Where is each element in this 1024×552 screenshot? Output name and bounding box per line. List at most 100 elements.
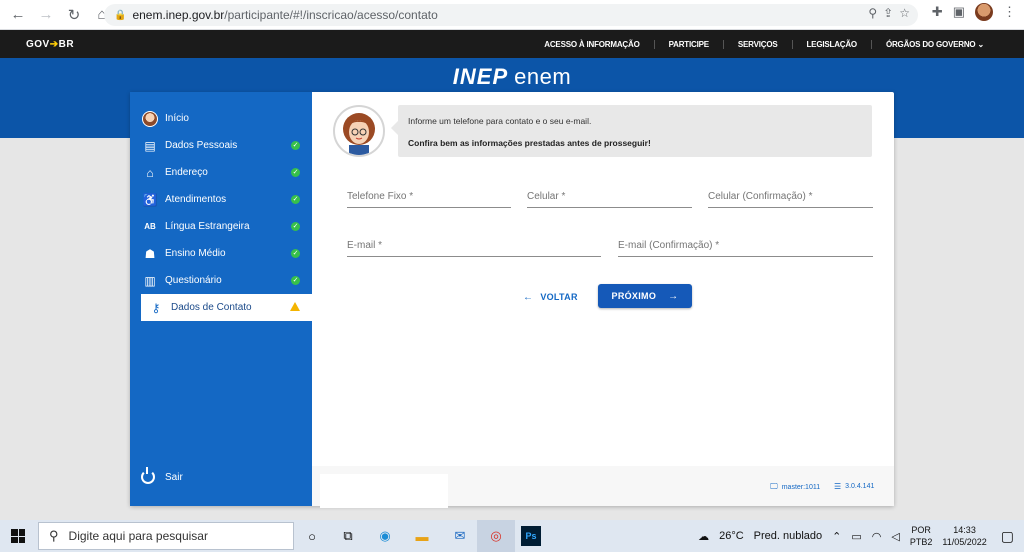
email-confirmacao-input[interactable]	[618, 235, 873, 256]
key-icon: ⚷	[151, 300, 161, 315]
chrome-icon[interactable]: ◎	[484, 524, 508, 548]
gov-bar: GOV➔BR ACESSO À INFORMAÇÃO PARTICIPE SER…	[0, 30, 1024, 58]
clock[interactable]: 14:33 11/05/2022	[942, 524, 986, 548]
edge-icon[interactable]: ◉	[373, 524, 397, 548]
extensions-icon[interactable]: ✚	[932, 4, 943, 20]
celular-confirmacao-field[interactable]: Celular (Confirmação) *	[708, 186, 873, 208]
sidepanel-icon[interactable]: ▣	[953, 4, 965, 20]
arrow-right-icon: →	[668, 290, 679, 302]
next-button[interactable]: PRÓXIMO →	[598, 284, 692, 308]
gov-link-legislacao[interactable]: LEGISLAÇÃO	[791, 39, 871, 49]
user-avatar-icon	[141, 110, 159, 127]
sidebar-item-ensino-medio[interactable]: ☗ Ensino Médio ✓	[130, 240, 312, 267]
sidebar-item-dados-pessoais[interactable]: ▤ Dados Pessoais ✓	[130, 132, 312, 159]
volume-icon[interactable]: ◁	[891, 530, 899, 543]
telefone-fixo-input[interactable]	[347, 186, 511, 207]
weather-icon: ☁	[698, 530, 710, 543]
taskbar-search[interactable]: ⚲ Digite aqui para pesquisar	[38, 522, 294, 550]
sidebar-item-questionario[interactable]: ▥ Questionário ✓	[130, 267, 312, 294]
photoshop-icon[interactable]: Ps	[521, 526, 541, 546]
registration-card: Início ▤ Dados Pessoais ✓ ⌂ Endereço ✓ ♿…	[130, 92, 894, 508]
check-icon: ✓	[291, 195, 300, 204]
email-confirmacao-field[interactable]: E-mail (Confirmação) *	[618, 235, 873, 257]
cortana-icon[interactable]: ○	[300, 524, 324, 548]
mail-icon[interactable]: ✉	[448, 524, 472, 548]
sidebar-item-endereco[interactable]: ⌂ Endereço ✓	[130, 159, 312, 186]
wifi-icon[interactable]: ◠	[872, 530, 882, 543]
chevron-up-icon[interactable]: ⌃	[832, 530, 841, 543]
gov-link-participe[interactable]: PARTICIPE	[653, 39, 723, 49]
reload-icon[interactable]: ↻	[62, 3, 86, 27]
instruction-message: Informe um telefone para contato e o seu…	[330, 102, 874, 159]
email-input[interactable]	[347, 235, 601, 256]
monitor-icon: 🖵	[770, 482, 778, 491]
chevron-down-icon: ⌄	[977, 39, 984, 49]
url-path: /participante/#!/inscricao/acesso/contat…	[224, 8, 438, 22]
lock-icon: 🔒	[114, 9, 127, 21]
redacted-area	[320, 474, 448, 508]
gov-link-servicos[interactable]: SERVIÇOS	[722, 39, 792, 49]
back-arrow-icon[interactable]: ←	[6, 3, 30, 27]
home-icon: ⌂	[146, 165, 154, 180]
taskbar: ⚲ Digite aqui para pesquisar ○ ⧉ ◉ ▬ ✉ ◎…	[0, 520, 1024, 552]
task-view-icon[interactable]: ⧉	[336, 524, 360, 548]
email-field[interactable]: E-mail *	[347, 235, 601, 257]
check-icon: ✓	[291, 168, 300, 177]
windows-icon	[11, 529, 25, 543]
start-button[interactable]	[0, 520, 36, 552]
sidebar: Início ▤ Dados Pessoais ✓ ⌂ Endereço ✓ ♿…	[130, 92, 312, 506]
back-button[interactable]: ← VOLTAR	[523, 289, 578, 305]
server-info: 🖵 master:1011	[770, 482, 821, 491]
assistant-avatar	[333, 105, 385, 157]
language-icon: AB	[144, 222, 156, 231]
weather-desc[interactable]: Pred. nublado	[754, 530, 823, 542]
gov-arrow-icon: ➔	[49, 38, 59, 50]
gov-link-acesso[interactable]: ACESSO À INFORMAÇÃO	[530, 40, 653, 49]
database-icon: ☰	[834, 482, 842, 491]
check-icon: ✓	[291, 141, 300, 150]
check-icon: ✓	[291, 249, 300, 258]
zoom-icon[interactable]: ⚲	[868, 6, 877, 20]
message-bubble: Informe um telefone para contato e o seu…	[391, 105, 872, 157]
power-icon	[141, 467, 155, 484]
id-card-icon: ▤	[144, 138, 156, 153]
sidebar-item-inicio[interactable]: Início	[130, 105, 312, 132]
notifications-icon[interactable]: ▢	[1001, 528, 1014, 545]
address-bar[interactable]: 🔒 enem.inep.gov.br/participante/#!/inscr…	[104, 4, 918, 26]
system-tray: ☁ 26°C Pred. nublado ⌃ ▭ ◠ ◁ POR PTB2 14…	[698, 520, 1024, 552]
file-explorer-icon[interactable]: ▬	[410, 524, 434, 548]
forward-arrow-icon[interactable]: →	[34, 3, 58, 27]
message-line2: Confira bem as informações prestadas ant…	[408, 138, 651, 148]
card-footer: 🖵 master:1011 ☰ 3.0.4.141	[312, 466, 894, 508]
network-icon[interactable]: ▭	[851, 530, 861, 543]
telefone-fixo-field[interactable]: Telefone Fixo *	[347, 186, 511, 208]
accessibility-icon: ♿	[142, 192, 158, 207]
sidebar-item-atendimentos[interactable]: ♿ Atendimentos ✓	[130, 186, 312, 213]
star-icon[interactable]: ☆	[899, 6, 910, 20]
url-host: enem.inep.gov.br	[132, 8, 225, 22]
menu-dots-icon[interactable]: ⋮	[1003, 4, 1016, 20]
sidebar-item-dados-de-contato[interactable]: ⚷ Dados de Contato	[141, 294, 312, 321]
clipboard-icon: ▥	[144, 273, 156, 288]
graduate-icon: ☗	[144, 246, 156, 261]
celular-input[interactable]	[527, 186, 692, 207]
check-icon: ✓	[291, 276, 300, 285]
check-icon: ✓	[291, 222, 300, 231]
search-icon: ⚲	[49, 528, 59, 543]
language-indicator[interactable]: POR PTB2	[910, 524, 933, 548]
sidebar-item-lingua-estrangeira[interactable]: AB Língua Estrangeira ✓	[130, 213, 312, 240]
version-info: ☰ 3.0.4.141	[834, 482, 875, 491]
weather-temp[interactable]: 26°C	[719, 530, 744, 542]
gov-link-orgaos[interactable]: ÓRGÃOS DO GOVERNO ⌄	[870, 39, 998, 49]
arrow-left-icon: ←	[523, 291, 534, 303]
share-icon[interactable]: ⇪	[883, 6, 893, 20]
profile-avatar[interactable]	[975, 3, 993, 21]
celular-field[interactable]: Celular *	[527, 186, 692, 208]
brand-logo: INEP enem	[452, 64, 572, 89]
message-line1: Informe um telefone para contato e o seu…	[408, 116, 592, 126]
gov-logo[interactable]: GOV➔BR	[26, 39, 74, 50]
logout-button[interactable]: Sair	[141, 467, 183, 484]
celular-confirmacao-input[interactable]	[708, 186, 873, 207]
warning-icon	[290, 302, 300, 311]
browser-toolbar: ← → ↻ ⌂ 🔒 enem.inep.gov.br/participante/…	[0, 0, 1024, 30]
